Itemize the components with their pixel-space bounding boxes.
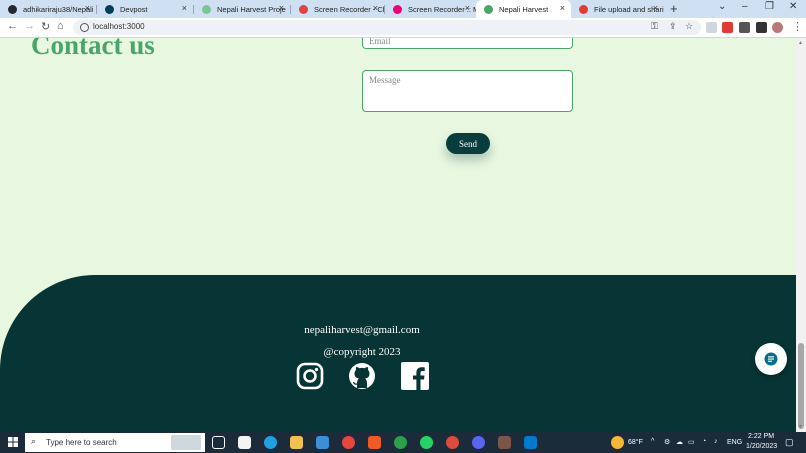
nepali-harvest-favicon-icon (484, 4, 493, 14)
chat-widget-button[interactable] (755, 343, 787, 375)
github-icon[interactable] (348, 362, 376, 390)
url-text[interactable]: localhost:3000 (93, 22, 145, 31)
footer-email: nepaliharvest@gmail.com (304, 324, 420, 336)
menu-kebab-icon[interactable]: ⋮ (792, 20, 803, 33)
mail-icon[interactable] (316, 436, 329, 449)
home-icon[interactable]: ⌂ (57, 20, 64, 32)
tab-close-icon[interactable]: × (182, 3, 187, 13)
tab-file-upload[interactable]: File upload and shari × (571, 0, 664, 18)
vscode-icon[interactable] (524, 436, 537, 449)
search-icon: ⌕ (31, 436, 37, 446)
page-title: Contact us (31, 38, 155, 60)
tab-nepali-harvest-project[interactable]: Nepali Harvest Proje × (194, 0, 290, 18)
wifi-icon[interactable]: ◔ (702, 438, 706, 445)
search-highlight-icon (171, 435, 201, 450)
tray-cloud-icon[interactable]: ☁ (676, 438, 683, 446)
globe-favicon-icon (202, 4, 211, 14)
instagram-icon[interactable] (296, 362, 324, 390)
volume-icon[interactable]: ♪ (714, 438, 718, 445)
chrome-active-icon[interactable] (446, 436, 459, 449)
address-bar[interactable]: localhost:3000 ⚿ ⇪ ☆ (73, 20, 701, 35)
app-icon[interactable] (498, 436, 511, 449)
profile-avatar[interactable] (772, 22, 783, 33)
file-favicon-icon (579, 4, 588, 14)
whatsapp-icon[interactable] (420, 436, 433, 449)
windows-start-icon[interactable] (8, 437, 18, 447)
tab-close-icon[interactable]: × (85, 3, 90, 13)
tab-close-icon[interactable]: × (373, 3, 378, 13)
clock-date[interactable]: 1/20/2023 (746, 443, 777, 450)
tab-github[interactable]: adhikariraju38/Nepali × (0, 0, 96, 18)
extension-recorder-icon[interactable] (722, 22, 733, 33)
footer: nepaliharvest@gmail.com @copyright 2023 (0, 275, 796, 432)
app-icon[interactable] (394, 436, 407, 449)
notifications-icon[interactable]: ▢ (785, 437, 794, 448)
tab-nepali-harvest-active[interactable]: Nepali Harvest × (476, 0, 571, 18)
footer-copyright: @copyright 2023 (323, 346, 401, 358)
tab-close-icon[interactable]: × (560, 3, 565, 13)
github-favicon-icon (8, 4, 17, 14)
tab-close-icon[interactable]: × (653, 3, 658, 13)
chat-icon (764, 352, 778, 366)
weather-icon[interactable] (611, 436, 624, 449)
share-icon[interactable]: ⇪ (669, 21, 677, 32)
site-info-icon[interactable] (80, 23, 89, 32)
tab-strip: adhikariraju38/Nepali × Devpost × Nepali… (0, 0, 806, 18)
recorder-favicon-icon (299, 4, 308, 14)
scroll-down-arrow-icon[interactable]: ▼ (798, 424, 803, 430)
chrome-icon[interactable] (342, 436, 355, 449)
new-tab-button[interactable]: + (670, 1, 678, 16)
page-content: Contact us Email Message Send nepaliharv… (0, 38, 796, 432)
extension-cloud-icon[interactable] (706, 22, 717, 33)
scroll-up-arrow-icon[interactable]: ▲ (798, 40, 803, 46)
browser-toolbar: ← → ↻ ⌂ localhost:3000 ⚿ ⇪ ☆ ⋮ (0, 18, 806, 38)
maximize-icon[interactable]: ❐ (765, 1, 774, 12)
store-icon[interactable] (238, 436, 251, 449)
discord-icon[interactable] (472, 436, 485, 449)
tab-screen-recorder-chrome[interactable]: Screen Recorder - Ch × (291, 0, 384, 18)
extensions-puzzle-icon[interactable] (739, 22, 750, 33)
tab-screen-recorder-m[interactable]: Screen Recorder :: M × (385, 0, 476, 18)
tab-devpost[interactable]: Devpost × (97, 0, 193, 18)
email-field[interactable]: Email (362, 38, 573, 49)
battery-icon[interactable]: ▭ (688, 438, 695, 446)
tray-chevron-icon[interactable]: ^ (651, 438, 654, 445)
page-scrollbar[interactable]: ▲ ▼ (796, 38, 806, 432)
tray-gear-icon[interactable]: ⚙ (664, 438, 670, 446)
recorder-favicon-icon (393, 4, 402, 14)
bookmark-star-icon[interactable]: ☆ (685, 21, 693, 32)
weather-temperature[interactable]: 68°F (628, 439, 643, 446)
back-arrow-icon[interactable]: ← (7, 20, 18, 32)
tab-search-chevron-icon[interactable]: ⌄ (718, 1, 726, 12)
task-view-icon[interactable] (212, 436, 225, 449)
clock-time[interactable]: 2:22 PM (748, 433, 774, 440)
reload-icon[interactable]: ↻ (41, 20, 50, 33)
brave-icon[interactable] (368, 436, 381, 449)
message-field[interactable]: Message (362, 70, 573, 112)
tab-close-icon[interactable]: × (279, 3, 284, 13)
side-panel-icon[interactable] (756, 22, 767, 33)
key-icon[interactable]: ⚿ (651, 21, 658, 32)
scrollbar-thumb[interactable] (798, 343, 804, 429)
taskbar-search-box[interactable]: ⌕ Type here to search (25, 433, 205, 452)
language-indicator[interactable]: ENG (727, 439, 742, 446)
taskbar-search-placeholder: Type here to search (46, 438, 117, 447)
facebook-icon[interactable] (401, 362, 429, 390)
file-explorer-icon[interactable] (290, 436, 303, 449)
minimize-icon[interactable]: – (742, 1, 748, 12)
send-button[interactable]: Send (446, 133, 490, 154)
forward-arrow-icon[interactable]: → (24, 20, 35, 32)
devpost-favicon-icon (105, 4, 114, 14)
window-close-icon[interactable]: ✕ (789, 1, 797, 12)
edge-icon[interactable] (264, 436, 277, 449)
tab-close-icon[interactable]: × (465, 3, 470, 13)
taskbar: ⌕ Type here to search 68°F ^ ⚙ ☁ ▭ ◔ ♪ E… (0, 432, 806, 453)
